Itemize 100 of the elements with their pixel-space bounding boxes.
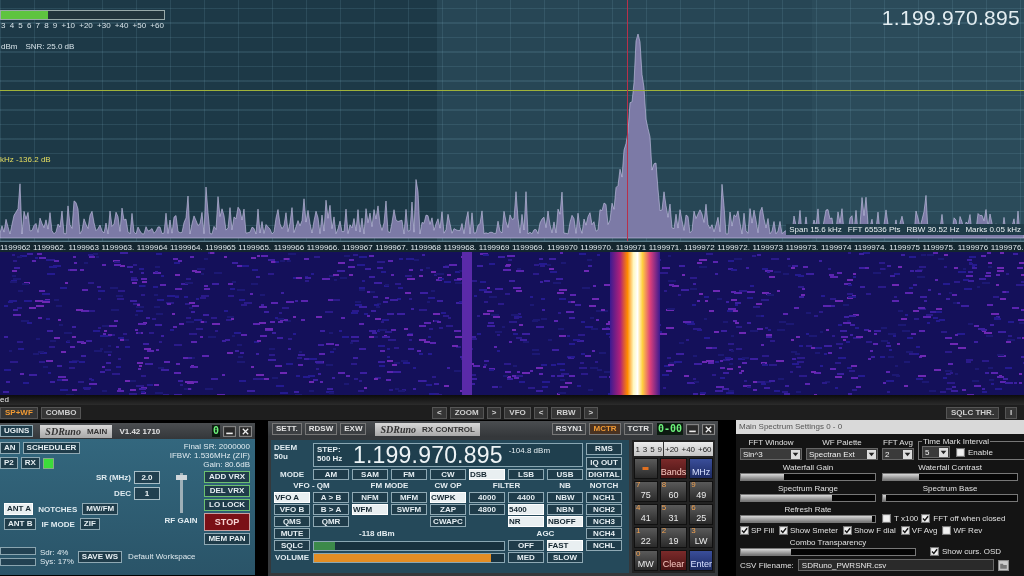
toolbar-button[interactable]: VFO xyxy=(504,406,531,419)
mode-button[interactable]: MFM xyxy=(391,492,427,503)
mode-button[interactable]: LSB xyxy=(508,469,544,480)
value-field[interactable]: 1 xyxy=(134,487,160,500)
dropdown[interactable]: Sin^3 xyxy=(740,448,802,460)
toolbar-button[interactable]: > xyxy=(583,406,599,419)
filename-field[interactable]: SDRuno_PWRSNR.csv xyxy=(797,559,994,571)
mode-button[interactable]: USB xyxy=(547,469,583,480)
mode-button[interactable]: MUTE xyxy=(274,528,310,539)
mode-button[interactable]: CWAPC xyxy=(430,516,466,527)
header-button[interactable]: RSYN1 xyxy=(551,423,587,435)
toolbar-button[interactable]: SQLC THR. xyxy=(946,406,1000,419)
panel-button[interactable]: RX xyxy=(20,457,40,469)
header-button[interactable]: SETT. xyxy=(272,423,302,435)
mode-button[interactable]: SAM xyxy=(352,469,388,480)
mode-button[interactable]: NCH4 xyxy=(586,528,622,539)
panel-button[interactable]: LO LOCK xyxy=(204,499,250,511)
mode-button[interactable]: NCHL xyxy=(586,540,622,551)
keypad-key[interactable]: Enter xyxy=(689,550,713,571)
mode-button[interactable]: NCH1 xyxy=(586,492,622,503)
mode-button[interactable]: 4800 xyxy=(469,504,505,515)
toolbar-button[interactable]: < xyxy=(533,406,549,419)
keypad-key[interactable]: 0 MW xyxy=(634,550,658,571)
keypad-key[interactable]: Clear xyxy=(659,550,688,571)
mode-button[interactable]: A > B xyxy=(313,492,349,503)
view-button[interactable]: COMBO xyxy=(40,406,82,419)
toolbar-button[interactable]: I xyxy=(1005,406,1018,419)
header-button[interactable]: RDSW xyxy=(304,423,338,435)
scale-label: 7 xyxy=(35,21,40,30)
header-button[interactable]: TCTR xyxy=(623,423,653,435)
antenna-button[interactable]: ANT B xyxy=(4,518,37,530)
mode-button[interactable]: 4400 xyxy=(508,492,544,503)
mode-button[interactable]: WFM xyxy=(352,504,388,515)
mode-button[interactable]: B > A xyxy=(313,504,349,515)
mode-button[interactable]: NCH2 xyxy=(586,504,622,515)
keypad-key[interactable]: 2 19 xyxy=(659,527,688,548)
panel-button[interactable]: AN xyxy=(0,442,20,454)
toolbar-button[interactable]: RBW xyxy=(551,406,581,419)
mode-button[interactable]: SQLC xyxy=(274,540,310,551)
dropdown[interactable]: 5 xyxy=(922,446,950,458)
axis-label: 1199964 xyxy=(136,242,168,252)
toolbar-button[interactable]: > xyxy=(486,406,502,419)
mode-button[interactable]: AM xyxy=(313,469,349,480)
mode-button[interactable]: ZAP xyxy=(430,504,466,515)
mode-button[interactable]: SWFM xyxy=(391,504,427,515)
panel-button[interactable]: IQ OUT xyxy=(586,457,622,469)
scale-label: 8 xyxy=(44,21,49,30)
keypad-key[interactable]: 4 41 xyxy=(634,504,658,525)
panel-button[interactable]: SCHEDULER xyxy=(22,442,81,454)
dropdown[interactable]: Spectran Ext xyxy=(806,448,878,460)
mode-button[interactable]: NBW xyxy=(547,492,583,503)
axis-label: 1199967 xyxy=(342,242,373,252)
mode-button[interactable]: NBOFF xyxy=(547,516,583,527)
option-button[interactable]: MW/FM xyxy=(82,503,119,515)
mode-button[interactable]: DSB xyxy=(469,469,505,480)
save-button[interactable]: SAVE WS xyxy=(77,550,123,563)
keypad-key[interactable]: 8 60 xyxy=(659,481,688,502)
mode-button[interactable]: QMR xyxy=(313,516,349,527)
option-button[interactable]: ZIF xyxy=(79,518,100,530)
keypad-key[interactable]: MHz xyxy=(689,458,713,479)
mode-button[interactable]: NR xyxy=(508,516,544,527)
panel-button[interactable]: ADD VRX xyxy=(204,471,250,483)
mode-button[interactable]: QMS xyxy=(274,516,310,527)
value-field[interactable]: 2.0 xyxy=(134,471,160,484)
view-button[interactable]: SP+WF xyxy=(0,406,38,419)
mode-button[interactable]: NBN xyxy=(547,504,583,515)
mode-button[interactable]: OFF xyxy=(508,540,544,551)
panel-button[interactable]: P2 xyxy=(0,457,18,469)
mode-button[interactable]: FM xyxy=(391,469,427,480)
antenna-button[interactable]: ANT A xyxy=(4,503,34,515)
panel-button[interactable]: MEM PAN xyxy=(204,533,250,545)
header-button[interactable]: MCTR xyxy=(589,423,621,435)
dropdown[interactable]: 2 xyxy=(882,448,914,460)
mode-button[interactable]: MED xyxy=(508,552,544,563)
mode-button[interactable]: CWPK xyxy=(430,492,466,503)
mode-button[interactable]: FAST xyxy=(547,540,583,551)
panel-button[interactable]: STOP xyxy=(204,513,250,531)
keypad-key[interactable]: 9 49 xyxy=(689,481,713,502)
keypad-key[interactable]: 5 31 xyxy=(659,504,688,525)
keypad-key[interactable]: 3 LW xyxy=(689,527,713,548)
mode-button[interactable]: NCH3 xyxy=(586,516,622,527)
mode-button[interactable]: DIGITAL xyxy=(586,469,622,480)
panel-button[interactable]: RMS xyxy=(586,443,622,455)
keypad-key[interactable]: Bands xyxy=(659,458,688,479)
toolbar-button[interactable]: < xyxy=(432,406,447,419)
mode-button[interactable]: NFM xyxy=(352,492,388,503)
mode-button[interactable]: 5400 xyxy=(508,504,544,515)
header-button[interactable]: EXW xyxy=(340,423,367,435)
keypad-key[interactable]: 1 22 xyxy=(634,527,658,548)
mode-button[interactable]: CW xyxy=(430,469,466,480)
keypad-key[interactable]: 6 25 xyxy=(689,504,713,525)
toolbar-button[interactable]: ZOOM xyxy=(449,406,484,419)
mode-button[interactable]: 4000 xyxy=(469,492,505,503)
mode-button[interactable]: VFO A xyxy=(274,492,310,503)
mode-button[interactable]: VFO B xyxy=(274,504,310,515)
plugins-button[interactable]: UGINS xyxy=(0,425,34,437)
panel-button[interactable]: DEL VRX xyxy=(204,485,250,497)
keypad-key[interactable]: 7 75 xyxy=(634,481,658,502)
step-label: STEP: xyxy=(317,445,342,454)
mode-button[interactable]: SLOW xyxy=(547,552,583,563)
